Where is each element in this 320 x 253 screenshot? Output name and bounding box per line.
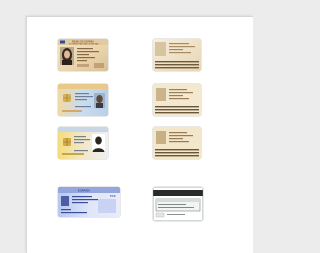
- id-card-front-1: REINO DE ESPAÑA DOCUMENTO NACIONAL DE ID…: [58, 39, 108, 71]
- id-card-front-4: ESPAÑA ESP: [58, 187, 120, 217]
- id-card-front-2: [58, 84, 108, 116]
- id-card-back-2: [153, 84, 201, 116]
- card-header: REINO DE ESPAÑA: [72, 41, 94, 44]
- id-card-back-4: [153, 187, 203, 221]
- id-card-back-3: [153, 127, 201, 159]
- id-card-front-3-graphic: [58, 127, 108, 159]
- id-card-back-2-graphic: [153, 84, 201, 116]
- card-country: ESPAÑA: [78, 187, 91, 192]
- id-card-front-4-graphic: ESPAÑA ESP: [58, 187, 120, 217]
- document-page: REINO DE ESPAÑA DOCUMENTO NACIONAL DE ID…: [26, 16, 253, 253]
- id-card-back-3-graphic: [153, 127, 201, 159]
- id-card-front-3: [58, 127, 108, 159]
- id-card-back-4-graphic: [153, 187, 203, 221]
- id-card-back-1: [153, 39, 201, 71]
- card-code: ESP: [110, 194, 116, 198]
- id-card-front-2-graphic: [58, 84, 108, 116]
- id-card-front-1-graphic: REINO DE ESPAÑA DOCUMENTO NACIONAL DE ID…: [58, 39, 108, 71]
- id-card-back-1-graphic: [153, 39, 201, 71]
